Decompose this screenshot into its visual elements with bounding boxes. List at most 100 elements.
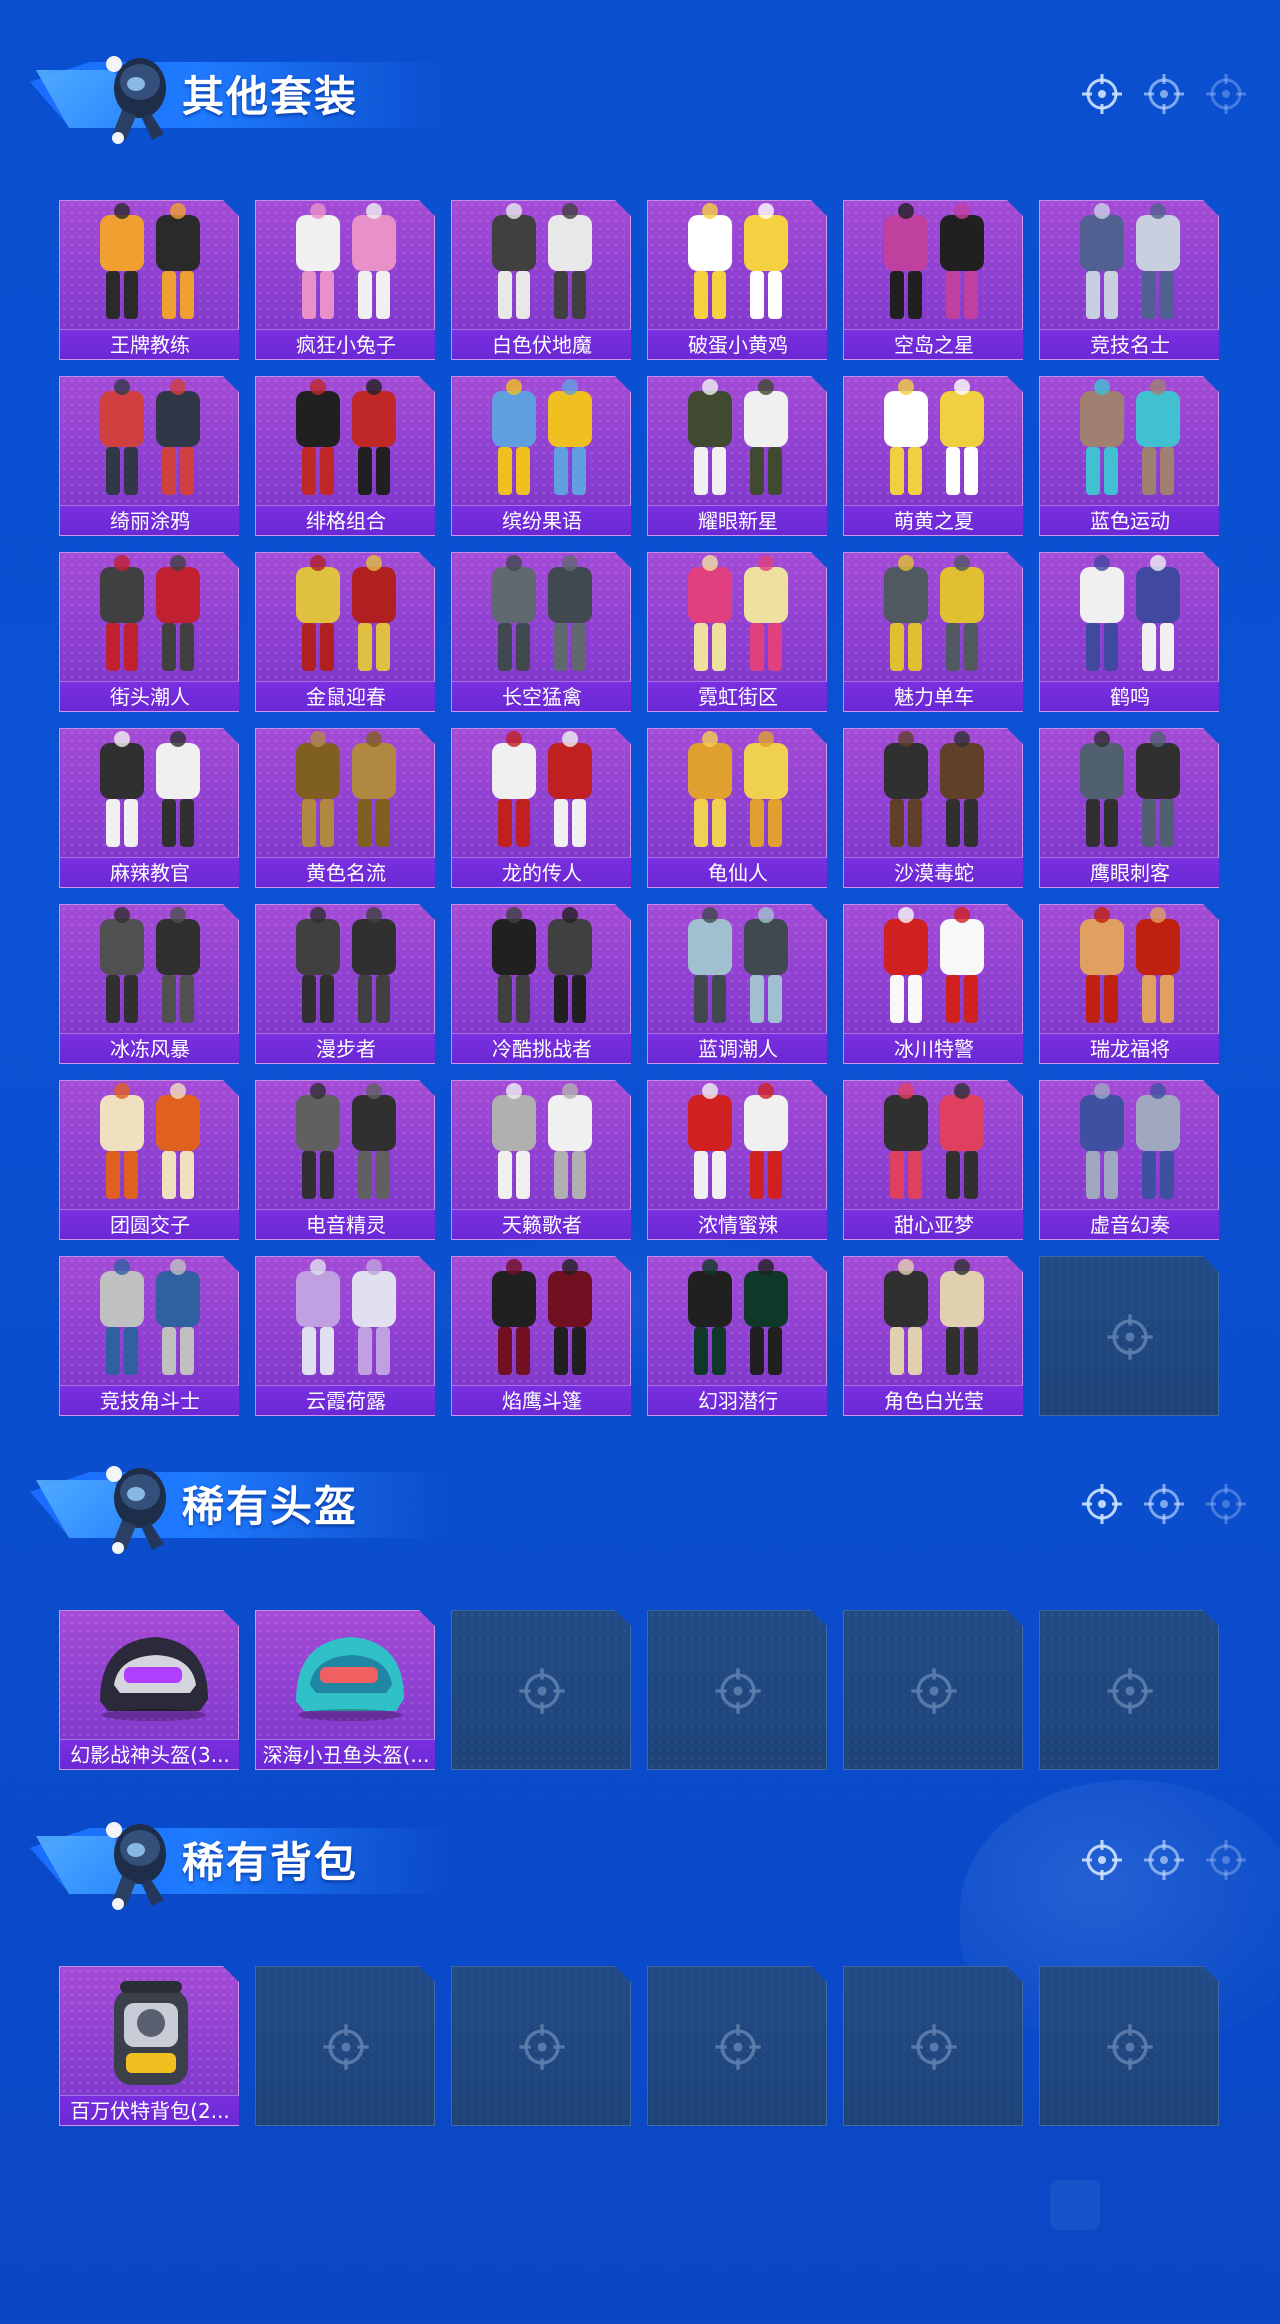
outfit-card[interactable]: 甜心亚梦 (843, 1080, 1023, 1240)
outfit-thumbnail (648, 201, 827, 329)
outfit-label: 萌黄之夏 (844, 505, 1023, 535)
crosshair-target-icon (713, 1666, 763, 1716)
outfit-card[interactable]: 冰川特警 (843, 904, 1023, 1064)
outfit-card[interactable]: 街头潮人 (59, 552, 239, 712)
section-header: 稀有背包 (30, 1806, 1250, 1916)
outfit-label: 街头潮人 (60, 681, 239, 711)
outfit-label: 沙漠毒蛇 (844, 857, 1023, 887)
outfit-label: 竞技名士 (1040, 329, 1219, 359)
outfit-card[interactable]: 耀眼新星 (647, 376, 827, 536)
helmet-card[interactable]: 深海小丑鱼头盔(... (255, 1610, 435, 1770)
outfit-card[interactable]: 绮丽涂鸦 (59, 376, 239, 536)
outfit-card[interactable]: 金鼠迎春 (255, 552, 435, 712)
outfit-card[interactable]: 疯狂小兔子 (255, 200, 435, 360)
outfit-label: 电音精灵 (256, 1209, 435, 1239)
outfit-thumbnail (60, 1257, 239, 1385)
outfit-thumbnail (452, 905, 631, 1033)
outfit-thumbnail (256, 1081, 435, 1209)
outfit-card[interactable]: 电音精灵 (255, 1080, 435, 1240)
outfit-card[interactable]: 云霞荷露 (255, 1256, 435, 1416)
target-decoration (1080, 1482, 1250, 1532)
crosshair-target-icon (1105, 1666, 1155, 1716)
outfit-card[interactable]: 虚音幻奏 (1039, 1080, 1219, 1240)
outfit-thumbnail (452, 1257, 631, 1385)
outfit-card[interactable]: 天籁歌者 (451, 1080, 631, 1240)
outfit-card[interactable]: 鹰眼刺客 (1039, 728, 1219, 888)
section-other-outfits: 其他套装 王牌教练 疯狂小兔子 白色伏地魔 破蛋小黄鸡 空岛之星 竞技名士 绮丽涂鸦 绯格组合缤… (0, 40, 1280, 1440)
outfit-card[interactable]: 团圆交子 (59, 1080, 239, 1240)
outfit-card[interactable]: 缤纷果语 (451, 376, 631, 536)
outfit-card[interactable]: 冰冻风暴 (59, 904, 239, 1064)
outfit-label: 冰川特警 (844, 1033, 1023, 1063)
crosshair-target-icon (909, 2022, 959, 2072)
outfit-card[interactable]: 萌黄之夏 (843, 376, 1023, 536)
outfit-card[interactable]: 冷酷挑战者 (451, 904, 631, 1064)
empty-slot (1039, 1256, 1219, 1416)
outfit-card[interactable]: 沙漠毒蛇 (843, 728, 1023, 888)
outfit-label: 焰鹰斗篷 (452, 1385, 631, 1415)
outfit-card[interactable]: 竞技角斗士 (59, 1256, 239, 1416)
outfit-label: 天籁歌者 (452, 1209, 631, 1239)
section-rare-backpacks: 稀有背包百万伏特背包(2... (0, 1806, 1280, 2136)
outfit-card[interactable]: 龙的传人 (451, 728, 631, 888)
outfit-label: 绮丽涂鸦 (60, 505, 239, 535)
empty-slot (647, 1966, 827, 2126)
target-decoration (1080, 1838, 1250, 1888)
outfit-label: 龙的传人 (452, 857, 631, 887)
outfit-thumbnail (60, 553, 239, 681)
crosshair-target-icon (1080, 1838, 1124, 1882)
outfit-card[interactable]: 破蛋小黄鸡 (647, 200, 827, 360)
empty-slot (843, 1966, 1023, 2126)
outfit-thumbnail (60, 377, 239, 505)
outfit-thumbnail (844, 377, 1023, 505)
helmet-thumbnail (60, 1611, 239, 1739)
outfit-card[interactable]: 鹤鸣 (1039, 552, 1219, 712)
crosshair-target-icon (1142, 1838, 1186, 1882)
outfit-card[interactable]: 蓝色运动 (1039, 376, 1219, 536)
background-crate (1050, 2180, 1100, 2230)
crosshair-target-icon (321, 2022, 371, 2072)
outfit-card[interactable]: 空岛之星 (843, 200, 1023, 360)
outfit-card[interactable]: 霓虹街区 (647, 552, 827, 712)
outfit-card[interactable]: 王牌教练 (59, 200, 239, 360)
outfit-thumbnail (844, 905, 1023, 1033)
outfit-label: 魅力单车 (844, 681, 1023, 711)
outfit-card[interactable]: 白色伏地魔 (451, 200, 631, 360)
outfit-card[interactable]: 长空猛禽 (451, 552, 631, 712)
outfit-card[interactable]: 焰鹰斗篷 (451, 1256, 631, 1416)
outfit-card[interactable]: 魅力单车 (843, 552, 1023, 712)
empty-slot (451, 1610, 631, 1770)
outfit-card[interactable]: 漫步者 (255, 904, 435, 1064)
outfit-label: 竞技角斗士 (60, 1385, 239, 1415)
backpack-thumbnail (60, 1967, 239, 2095)
helmet-label: 深海小丑鱼头盔(... (256, 1739, 435, 1769)
outfit-label: 团圆交子 (60, 1209, 239, 1239)
outfit-thumbnail (256, 553, 435, 681)
outfit-thumbnail (60, 905, 239, 1033)
outfit-card[interactable]: 幻羽潜行 (647, 1256, 827, 1416)
outfit-card[interactable]: 角色白光莹 (843, 1256, 1023, 1416)
outfit-thumbnail (1040, 377, 1219, 505)
outfit-card[interactable]: 蓝调潮人 (647, 904, 827, 1064)
outfit-card[interactable]: 麻辣教官 (59, 728, 239, 888)
outfit-card[interactable]: 竞技名士 (1039, 200, 1219, 360)
backpack-label: 百万伏特背包(2... (60, 2095, 239, 2125)
empty-slot (1039, 1966, 1219, 2126)
helmet-card[interactable]: 幻影战神头盔(3... (59, 1610, 239, 1770)
outfit-card[interactable]: 龟仙人 (647, 728, 827, 888)
section-header: 稀有头盔 (30, 1450, 1250, 1560)
outfit-thumbnail (1040, 553, 1219, 681)
outfit-label: 瑞龙福将 (1040, 1033, 1219, 1063)
outfit-label: 蓝调潮人 (648, 1033, 827, 1063)
outfit-card[interactable]: 浓情蜜辣 (647, 1080, 827, 1240)
outfit-card[interactable]: 绯格组合 (255, 376, 435, 536)
outfit-thumbnail (844, 1081, 1023, 1209)
outfit-card[interactable]: 黄色名流 (255, 728, 435, 888)
crosshair-target-icon (909, 1666, 959, 1716)
outfit-card[interactable]: 瑞龙福将 (1039, 904, 1219, 1064)
outfit-thumbnail (256, 201, 435, 329)
outfit-label: 冰冻风暴 (60, 1033, 239, 1063)
outfit-label: 白色伏地魔 (452, 329, 631, 359)
backpack-card[interactable]: 百万伏特背包(2... (59, 1966, 239, 2126)
crosshair-target-icon (1105, 1312, 1155, 1362)
